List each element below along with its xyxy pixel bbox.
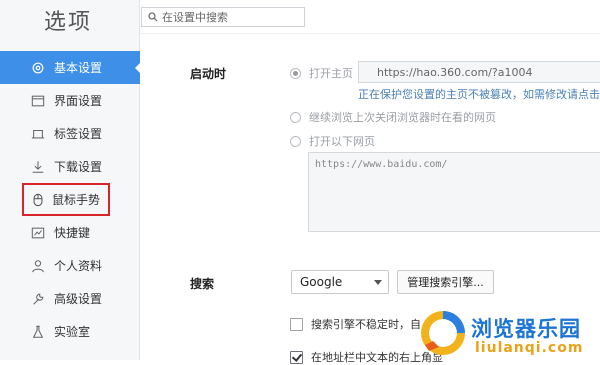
sidebar-item-basic-settings[interactable]: 基本设置	[0, 51, 141, 84]
keyboard-icon	[30, 225, 46, 241]
sidebar-item-tab-settings[interactable]: 标签设置	[0, 117, 140, 150]
checkbox-label: 搜索引擎不稳定时，自	[311, 318, 421, 331]
checkbox-box	[290, 350, 303, 364]
sidebar: 选项 基本设置 界面设置 标签设置 下载设置 鼠标手势 快捷键 个人资料 高级设…	[0, 0, 141, 360]
startup-open-pages-radio[interactable]: 打开以下网页	[290, 133, 375, 149]
search-engine-label: 搜索	[190, 277, 215, 291]
sidebar-item-label: 标签设置	[54, 127, 103, 141]
sidebar-item-label: 实验室	[54, 325, 91, 339]
gear-icon	[30, 60, 46, 76]
watermark-subtext: liulanqi.com	[475, 340, 584, 356]
tab-icon	[30, 126, 46, 142]
checkbox-box	[290, 317, 303, 331]
startup-pages-value: https://www.baidu.com/	[315, 159, 448, 170]
sidebar-item-profile[interactable]: 个人资料	[0, 249, 140, 282]
sidebar-item-label: 快捷键	[54, 226, 91, 240]
startup-label: 启动时	[190, 67, 227, 81]
mouse-icon	[30, 192, 46, 208]
radio-label: 打开主页	[309, 67, 353, 80]
browser-logo-icon	[421, 311, 465, 355]
radio-label: 打开以下网页	[309, 135, 375, 148]
search-engine-selected: Google	[300, 275, 343, 289]
homepage-url-field[interactable]: https://hao.360.com/?a1004	[358, 61, 600, 83]
protection-notice[interactable]: 正在保护您设置的主页不被篡改，如需修改请点击	[358, 86, 600, 102]
sidebar-item-label: 个人资料	[54, 259, 103, 273]
sidebar-item-advanced-settings[interactable]: 高级设置	[0, 282, 140, 315]
startup-restore-radio[interactable]: 继续浏览上次关闭浏览器时在看的网页	[290, 109, 496, 125]
download-icon	[30, 159, 46, 175]
user-icon	[30, 258, 46, 274]
watermark-text: 浏览器乐园	[471, 317, 581, 341]
sidebar-item-lab[interactable]: 实验室	[0, 315, 140, 348]
search-placeholder: 在设置中搜索	[162, 11, 228, 24]
sidebar-item-label: 鼠标手势	[52, 193, 101, 207]
sidebar-nav: 基本设置 界面设置 标签设置 下载设置 鼠标手势 快捷键 个人资料 高级设置 实…	[0, 51, 141, 348]
watermark-logo: 浏览器乐园 liulanqi.com	[415, 305, 600, 360]
flask-icon	[30, 324, 46, 340]
sidebar-item-label: 基本设置	[54, 61, 103, 75]
startup-pages-textarea[interactable]: https://www.baidu.com/	[308, 152, 600, 232]
sidebar-item-interface-settings[interactable]: 界面设置	[0, 84, 140, 117]
page-title: 选项	[44, 10, 93, 35]
search-icon	[148, 12, 162, 22]
search-unstable-checkbox[interactable]: 搜索引擎不稳定时，自	[290, 316, 421, 332]
sidebar-item-label: 下载设置	[54, 160, 103, 174]
radio-dot	[290, 67, 301, 79]
sidebar-item-shortcuts[interactable]: 快捷键	[0, 216, 140, 249]
search-input[interactable]: 在设置中搜索	[141, 7, 305, 27]
sidebar-item-label: 高级设置	[54, 292, 103, 306]
sidebar-item-download-settings[interactable]: 下载设置	[0, 150, 140, 183]
window-icon	[30, 93, 46, 109]
radio-label: 继续浏览上次关闭浏览器时在看的网页	[309, 111, 496, 124]
search-engine-select[interactable]: Google	[291, 270, 389, 294]
header-divider	[140, 33, 600, 34]
wrench-icon	[30, 291, 46, 307]
radio-dot	[290, 111, 301, 123]
radio-dot	[290, 135, 301, 147]
sidebar-item-mouse-gestures[interactable]: 鼠标手势	[22, 183, 110, 216]
chevron-down-icon	[374, 280, 382, 285]
sidebar-item-label: 界面设置	[54, 94, 103, 108]
manage-search-engines-button[interactable]: 管理搜索引擎...	[397, 270, 494, 294]
startup-open-homepage-radio[interactable]: 打开主页	[290, 65, 353, 81]
homepage-url-value: https://hao.360.com/?a1004	[377, 65, 533, 79]
